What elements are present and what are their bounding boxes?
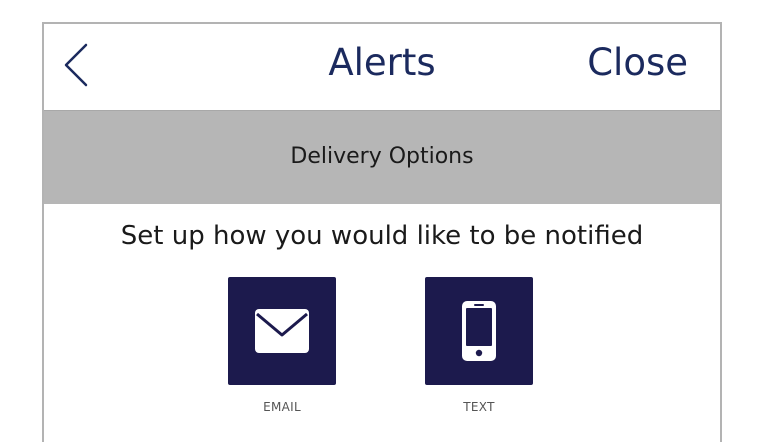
smartphone-icon: [462, 301, 496, 361]
text-option-tile[interactable]: [425, 277, 533, 385]
email-option-button[interactable]: EMAIL: [228, 277, 336, 415]
section-title: Delivery Options: [290, 144, 474, 169]
close-button[interactable]: Close: [587, 40, 688, 86]
text-option-button[interactable]: TEXT: [425, 277, 533, 415]
envelope-icon: [255, 309, 309, 353]
email-option-tile[interactable]: [228, 277, 336, 385]
text-option-label: TEXT: [463, 400, 495, 414]
email-option-label: EMAIL: [263, 400, 301, 414]
section-header: Delivery Options: [44, 110, 720, 204]
instruction-text: Set up how you would like to be notified: [120, 221, 644, 251]
header-bar: Alerts Close: [44, 24, 720, 110]
alerts-panel: Alerts Close Delivery Options Set up how…: [42, 22, 722, 442]
